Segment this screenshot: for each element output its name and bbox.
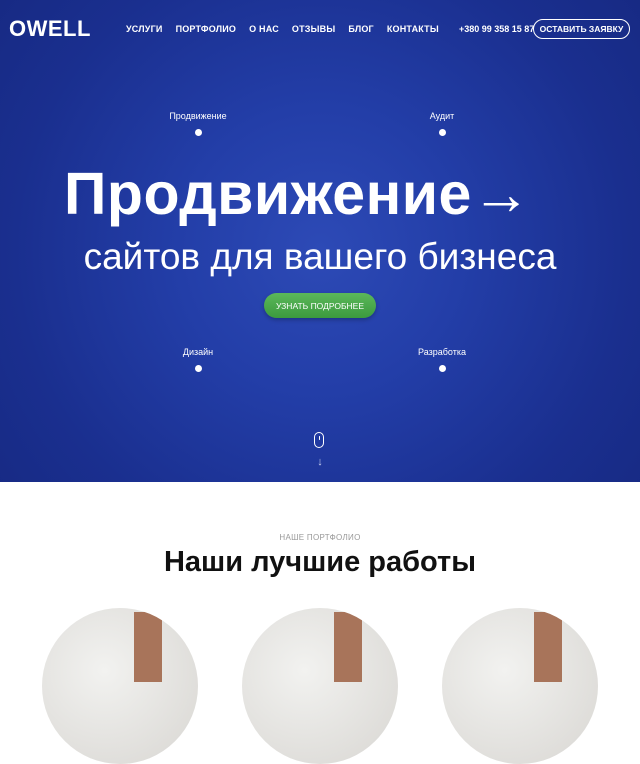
hero-section: OWELL УСЛУГИ ПОРТФОЛИО О НАС ОТЗЫВЫ БЛОГ… — [0, 0, 640, 482]
request-button[interactable]: ОСТАВИТЬ ЗАЯВКУ — [533, 19, 630, 39]
learn-more-button[interactable]: УЗНАТЬ ПОДРОБНЕЕ — [264, 293, 376, 318]
logo[interactable]: OWELL — [9, 16, 91, 42]
nav-item-contacts[interactable]: КОНТАКТЫ — [387, 24, 439, 34]
headline-text: Продвижение — [64, 161, 472, 227]
portfolio-thumb[interactable] — [42, 608, 198, 764]
nav-item-about[interactable]: О НАС — [249, 24, 279, 34]
dot-icon — [438, 129, 446, 136]
mouse-icon[interactable] — [314, 432, 324, 448]
dot-icon — [438, 365, 446, 372]
nav-item-blog[interactable]: БЛОГ — [348, 24, 373, 34]
arrow-right-icon: → — [471, 161, 532, 227]
door-image — [534, 612, 562, 682]
door-image — [334, 612, 362, 682]
node-promotion[interactable]: Продвижение — [138, 111, 258, 136]
nav-item-portfolio[interactable]: ПОРТФОЛИО — [176, 24, 237, 34]
dot-icon — [194, 129, 202, 136]
section-eyebrow: НАШЕ ПОРТФОЛИО — [279, 533, 361, 542]
dot-icon — [194, 365, 202, 372]
phone-link[interactable]: +380 99 358 15 87 — [459, 24, 534, 34]
nav-item-reviews[interactable]: ОТЗЫВЫ — [292, 24, 335, 34]
node-label: Разработка — [418, 347, 466, 357]
hero-headline: Продвижение→ — [64, 160, 531, 228]
door-image — [134, 612, 162, 682]
arrow-down-icon[interactable]: ↓ — [313, 456, 327, 468]
node-label: Продвижение — [169, 111, 227, 121]
node-label: Аудит — [429, 111, 455, 121]
node-label: Дизайн — [182, 347, 214, 357]
node-audit[interactable]: Аудит — [382, 111, 502, 136]
hero-subheadline: сайтов для вашего бизнеса — [83, 236, 557, 277]
portfolio-thumb[interactable] — [442, 608, 598, 764]
node-development[interactable]: Разработка — [382, 347, 502, 372]
section-title: Наши лучшие работы — [163, 546, 477, 578]
main-nav: УСЛУГИ ПОРТФОЛИО О НАС ОТЗЫВЫ БЛОГ КОНТА… — [126, 24, 439, 34]
portfolio-thumb[interactable] — [242, 608, 398, 764]
nav-item-services[interactable]: УСЛУГИ — [126, 24, 163, 34]
node-design[interactable]: Дизайн — [138, 347, 258, 372]
